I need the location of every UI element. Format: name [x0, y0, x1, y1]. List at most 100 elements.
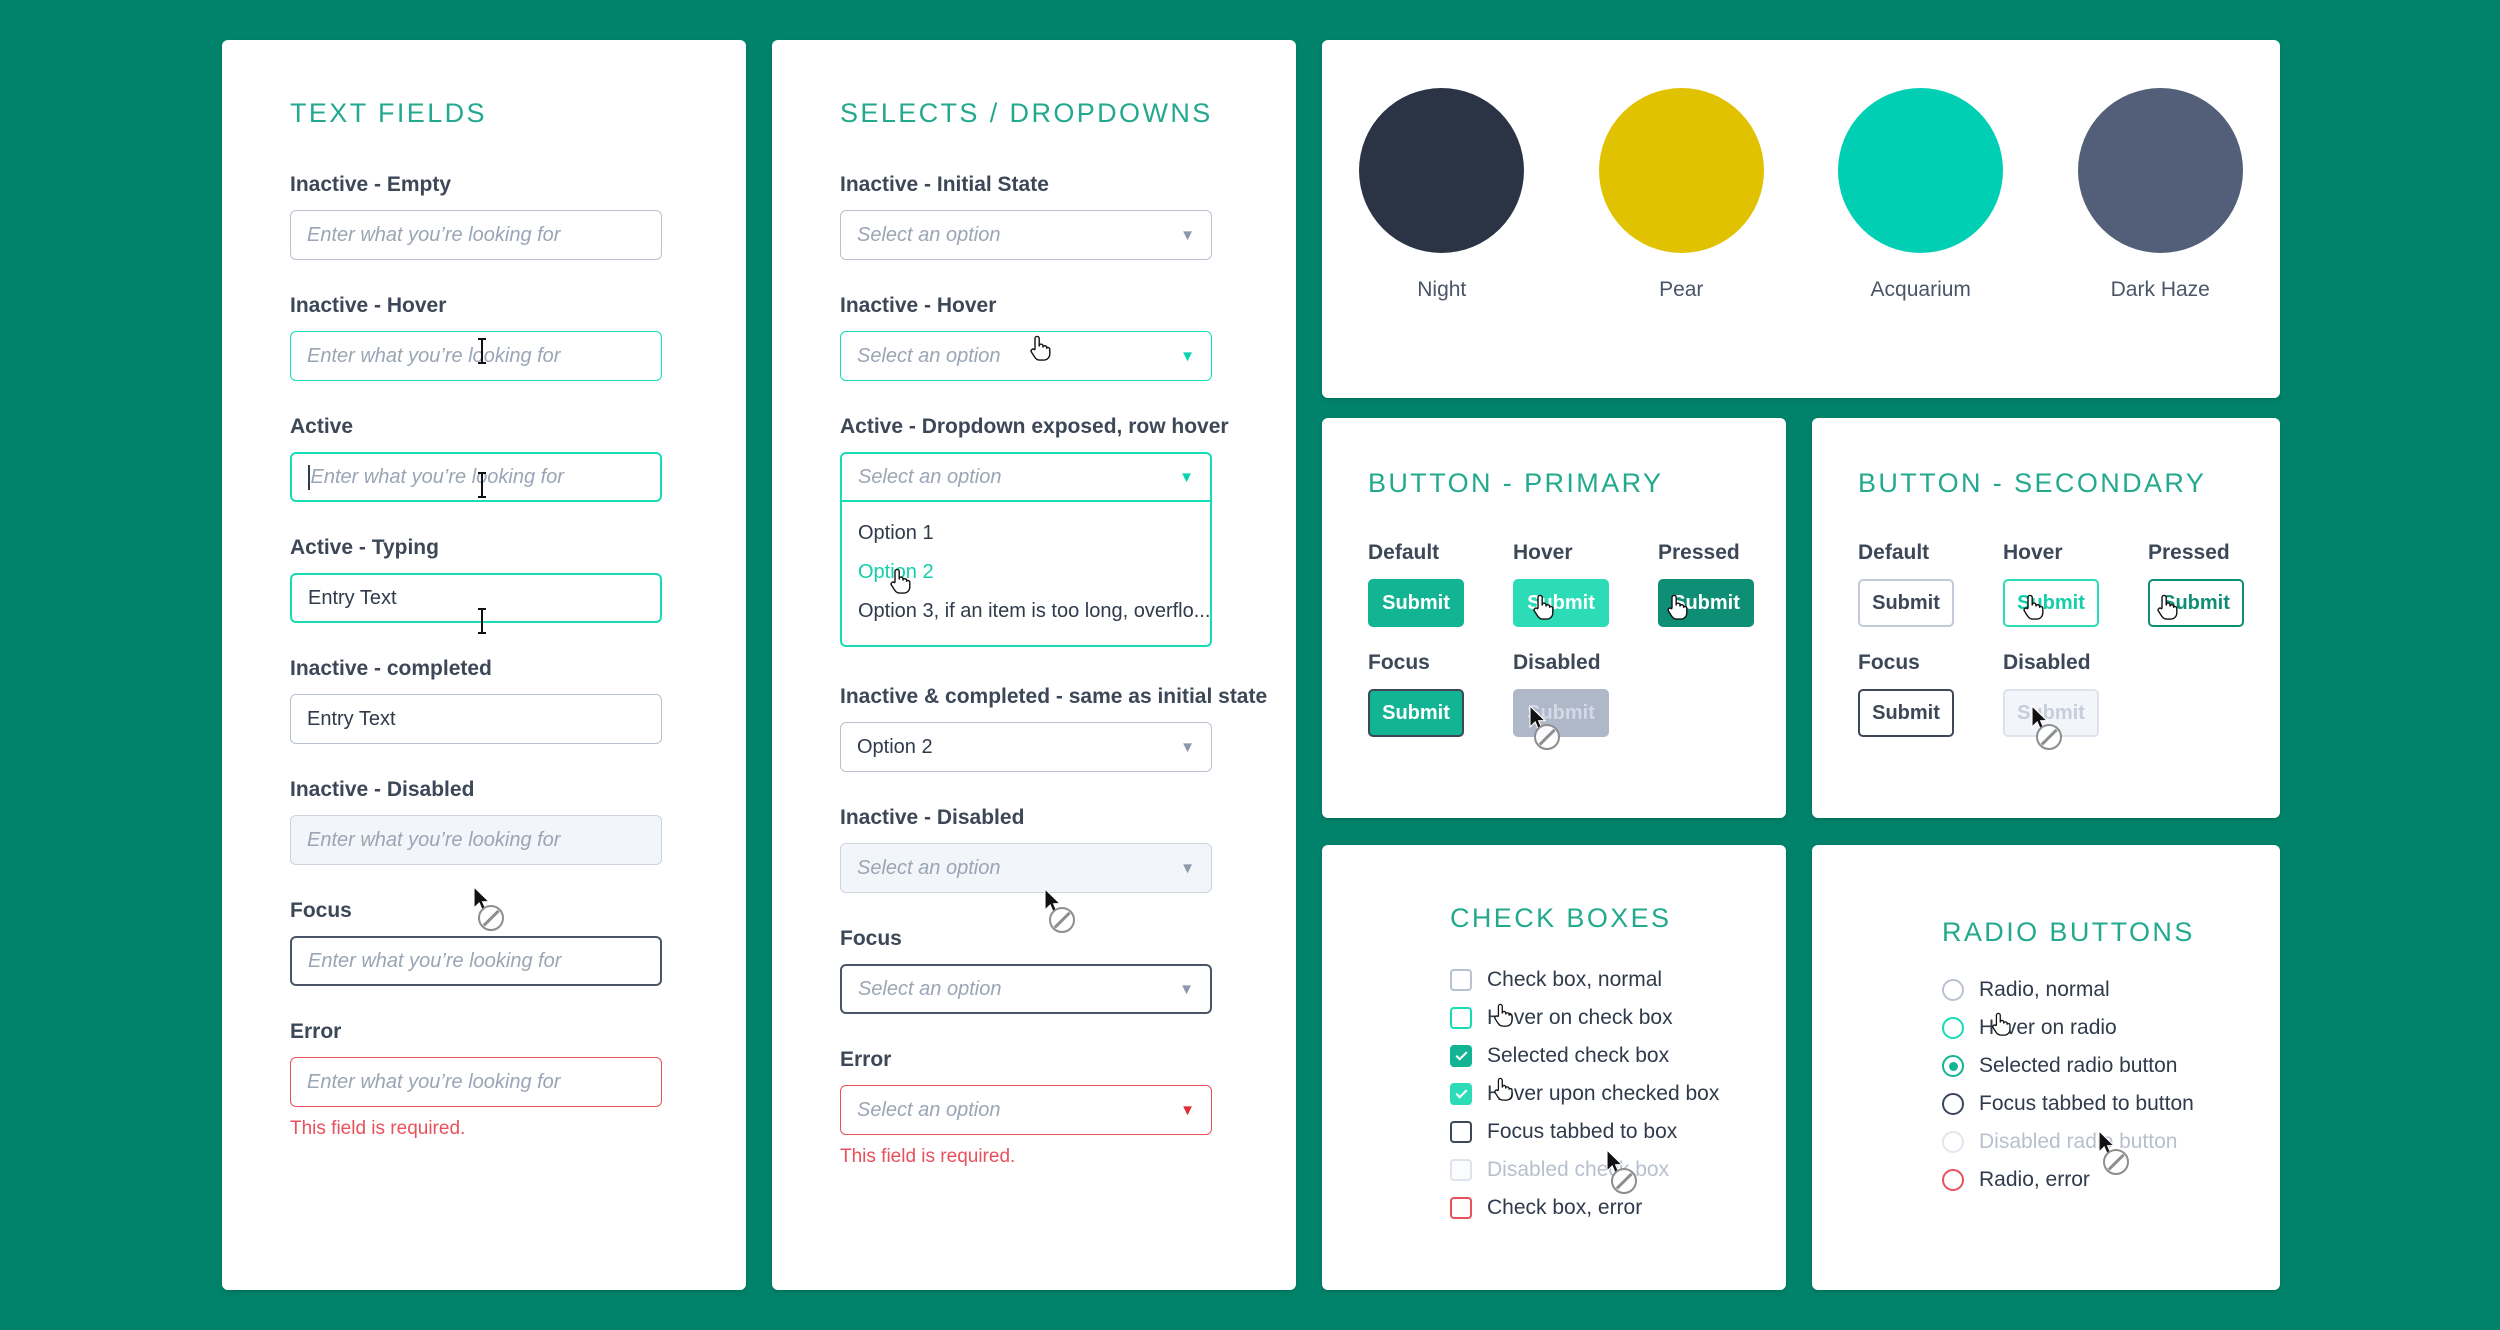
- dropdown-option-2[interactable]: Option 2: [842, 553, 1210, 592]
- checkbox-row-selected[interactable]: Selected check box: [1450, 1044, 1786, 1068]
- button-state-pressed: Pressed Submit: [1658, 541, 1803, 627]
- field-label: Inactive - Initial State: [840, 173, 1049, 196]
- button-state-default: Default Submit: [1368, 541, 1513, 627]
- select-value: Option 2: [857, 735, 933, 758]
- input-placeholder: Enter what you’re looking for: [310, 465, 564, 488]
- button-secondary-title: BUTTON - SECONDARY: [1858, 468, 2207, 498]
- field-inactive-hover: Inactive - Hover Enter what you’re looki…: [290, 294, 746, 381]
- select-inactive-hover[interactable]: Select an option ▼: [840, 331, 1212, 381]
- checkbox-label: Selected check box: [1487, 1044, 1670, 1067]
- text-input-focus[interactable]: Enter what you’re looking for: [290, 936, 662, 986]
- field-inactive-empty: Inactive - Empty Enter what you’re looki…: [290, 173, 746, 260]
- field-active: Active Enter what you’re looking for: [290, 415, 746, 502]
- checkbox-row-error[interactable]: Check box, error: [1450, 1196, 1786, 1220]
- chevron-down-icon: ▼: [1179, 980, 1194, 998]
- field-label: Active: [290, 415, 354, 438]
- submit-button-default[interactable]: Submit: [1858, 579, 1954, 627]
- select-active-open[interactable]: Select an option ▼: [840, 452, 1212, 502]
- dropdown-option-3[interactable]: Option 3, if an item is too long, overfl…: [842, 592, 1210, 631]
- radio-row-selected[interactable]: Selected radio button: [1942, 1054, 2280, 1078]
- input-placeholder: Enter what you’re looking for: [307, 344, 561, 367]
- button-state-focus: Focus Submit: [1368, 651, 1513, 737]
- checkbox-row-checked-hover[interactable]: Hover upon checked box: [1450, 1082, 1786, 1106]
- select-completed[interactable]: Option 2 ▼: [840, 722, 1212, 772]
- checkbox-icon[interactable]: [1450, 1121, 1472, 1143]
- button-state-hover: Hover Submit: [1513, 541, 1658, 627]
- radio-row-hover[interactable]: Hover on radio: [1942, 1016, 2280, 1040]
- field-label: Active - Typing: [290, 536, 439, 559]
- checkbox-icon: [1450, 1159, 1472, 1181]
- text-input-inactive-hover[interactable]: Enter what you’re looking for: [290, 331, 662, 381]
- select-inactive-initial[interactable]: Select an option ▼: [840, 210, 1212, 260]
- state-label: Disabled: [2003, 651, 2091, 674]
- select-focus[interactable]: Select an option ▼: [840, 964, 1212, 1014]
- field-label: Inactive & completed - same as initial s…: [840, 685, 1268, 708]
- swatch-dot: [1598, 88, 1764, 253]
- select-placeholder: Select an option: [858, 977, 1002, 1000]
- field-label: Focus: [840, 927, 902, 950]
- radio-row-normal[interactable]: Radio, normal: [1942, 978, 2280, 1002]
- submit-button-focus[interactable]: Submit: [1858, 689, 1954, 737]
- checkbox-checked-icon[interactable]: [1450, 1083, 1472, 1105]
- field-label: Active - Dropdown exposed, row hover: [840, 415, 1229, 438]
- dropdown-option-1[interactable]: Option 1: [842, 514, 1210, 553]
- radio-label: Radio, normal: [1979, 978, 2110, 1001]
- check-boxes-card: CHECK BOXES Check box, normal Hover on c…: [1322, 845, 1786, 1290]
- submit-button-focus[interactable]: Submit: [1368, 689, 1464, 737]
- input-placeholder: Enter what you’re looking for: [308, 949, 562, 972]
- radio-selected-icon[interactable]: [1942, 1055, 1964, 1077]
- submit-button-pressed[interactable]: Submit: [1658, 579, 1754, 627]
- selects-card: SELECTS / DROPDOWNS Inactive - Initial S…: [772, 40, 1296, 1290]
- chevron-down-icon: ▼: [1180, 738, 1195, 756]
- checkbox-row-hover[interactable]: Hover on check box: [1450, 1006, 1786, 1030]
- state-label: Focus: [1368, 651, 1430, 674]
- select-group-disabled: Inactive - Disabled Select an option ▼: [840, 806, 1296, 893]
- radio-row-focus[interactable]: Focus tabbed to button: [1942, 1092, 2280, 1116]
- checkbox-row-focus[interactable]: Focus tabbed to box: [1450, 1120, 1786, 1144]
- submit-button-default[interactable]: Submit: [1368, 579, 1464, 627]
- checkbox-label: Check box, normal: [1487, 968, 1663, 991]
- selects-title: SELECTS / DROPDOWNS: [840, 98, 1213, 128]
- checkbox-checked-icon[interactable]: [1450, 1045, 1472, 1067]
- radio-row-error[interactable]: Radio, error: [1942, 1168, 2280, 1192]
- select-placeholder: Select an option: [857, 856, 1001, 879]
- radio-icon[interactable]: [1942, 979, 1964, 1001]
- checkbox-icon[interactable]: [1450, 1007, 1472, 1029]
- checkbox-icon[interactable]: [1450, 969, 1472, 991]
- radio-icon[interactable]: [1942, 1169, 1964, 1191]
- swatch-label: Night: [1417, 278, 1467, 301]
- select-group-focus: Focus Select an option ▼: [840, 927, 1296, 1014]
- select-error[interactable]: Select an option ▼: [840, 1085, 1212, 1135]
- checkbox-row-normal[interactable]: Check box, normal: [1450, 968, 1786, 992]
- radio-icon[interactable]: [1942, 1093, 1964, 1115]
- select-placeholder: Select an option: [857, 223, 1001, 246]
- check-boxes-title: CHECK BOXES: [1450, 903, 1672, 933]
- button-state-disabled: Disabled Submit: [1513, 651, 1658, 737]
- checkbox-icon[interactable]: [1450, 1197, 1472, 1219]
- field-label: Error: [840, 1048, 892, 1071]
- field-label: Inactive - Disabled: [290, 778, 475, 801]
- text-input-error[interactable]: Enter what you’re looking for: [290, 1057, 662, 1107]
- input-value: Entry Text: [308, 586, 397, 609]
- text-input-inactive-empty[interactable]: Enter what you’re looking for: [290, 210, 662, 260]
- select-placeholder: Select an option: [857, 344, 1001, 367]
- submit-button-hover[interactable]: Submit: [1513, 579, 1609, 627]
- swatch-dot: [1838, 88, 2004, 253]
- error-message: This field is required.: [840, 1146, 1016, 1167]
- error-message: This field is required.: [290, 1118, 466, 1139]
- input-placeholder: Enter what you’re looking for: [307, 223, 561, 246]
- text-input-active-typing[interactable]: Entry Text: [290, 573, 662, 623]
- radio-icon[interactable]: [1942, 1017, 1964, 1039]
- state-label: Hover: [2003, 541, 2063, 564]
- button-state-pressed: Pressed Submit: [2148, 541, 2293, 627]
- swatch-label: Dark Haze: [2110, 278, 2210, 301]
- submit-button-pressed[interactable]: Submit: [2148, 579, 2244, 627]
- radio-label: Disabled radio button: [1979, 1130, 2178, 1153]
- text-input-active[interactable]: Enter what you’re looking for: [290, 452, 662, 502]
- checkbox-label: Hover on check box: [1487, 1006, 1673, 1029]
- submit-button-hover[interactable]: Submit: [2003, 579, 2099, 627]
- field-label: Inactive - Hover: [840, 294, 997, 317]
- swatch-acquarium: Acquarium: [1816, 88, 2026, 302]
- radio-buttons-title: RADIO BUTTONS: [1942, 917, 2195, 947]
- text-input-inactive-completed[interactable]: Entry Text: [290, 694, 662, 744]
